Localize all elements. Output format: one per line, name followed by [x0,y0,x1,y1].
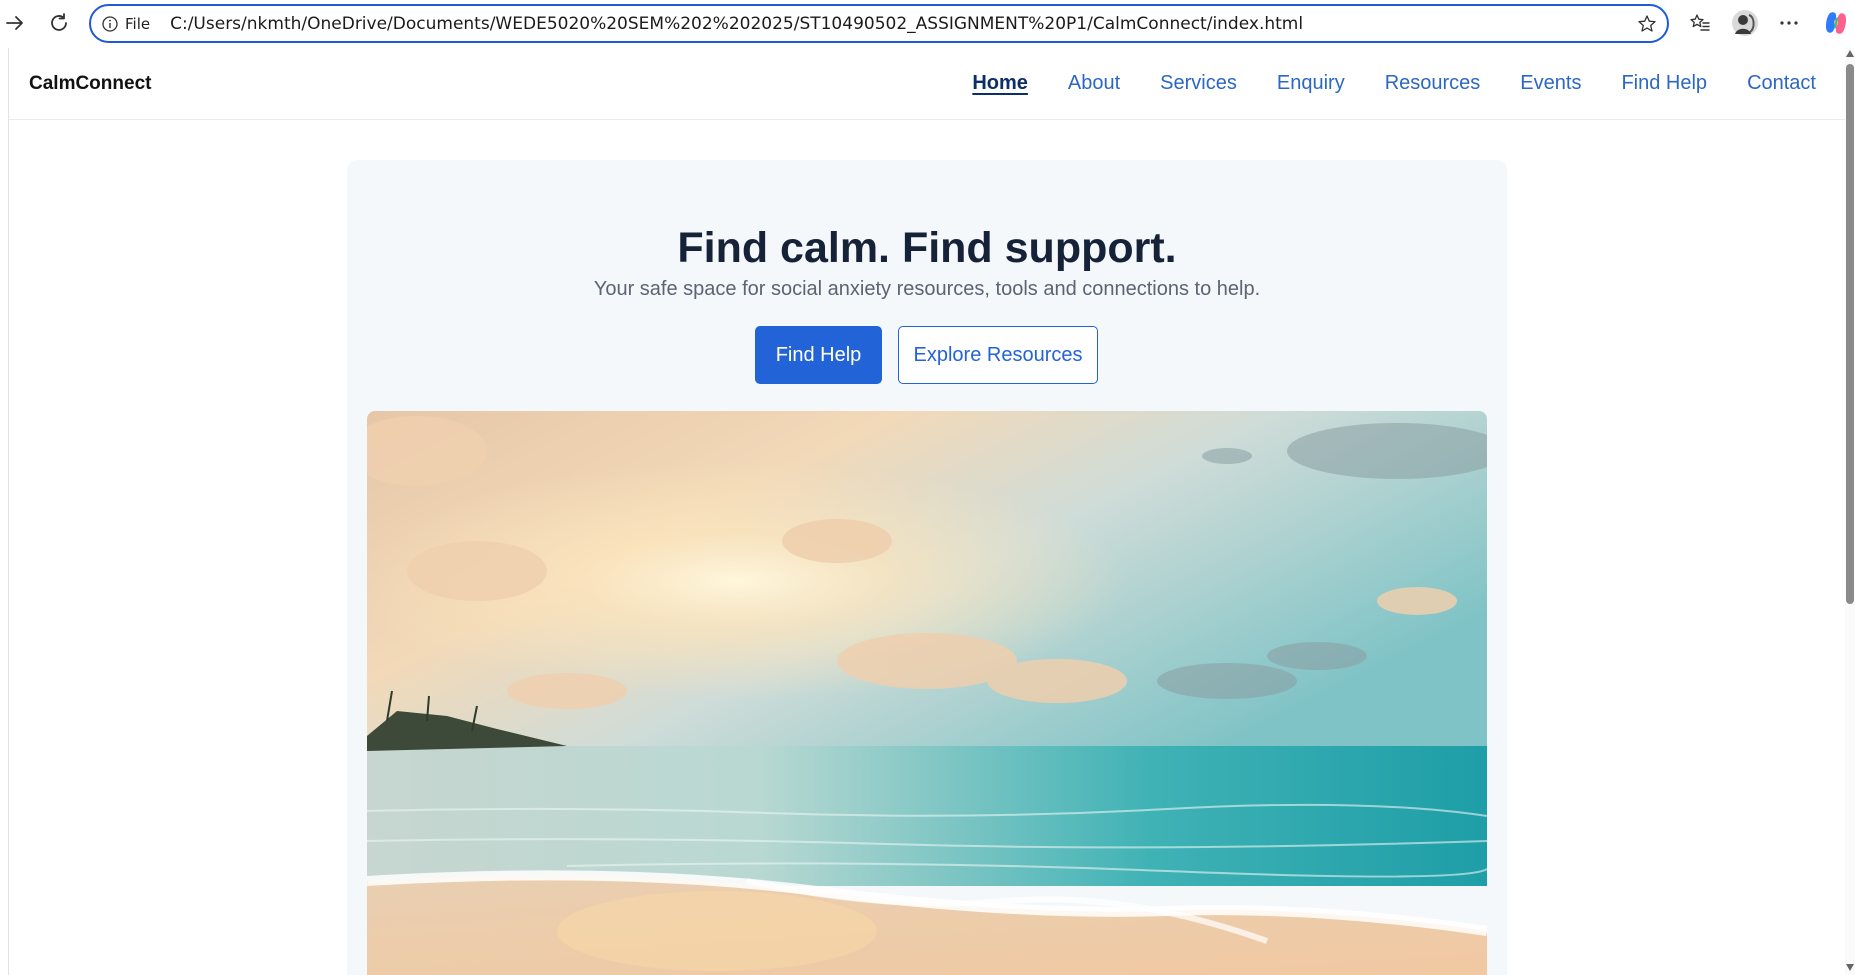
copilot-icon[interactable] [1821,8,1851,38]
hero-section: Find calm. Find support. Your safe space… [347,160,1507,975]
address-bar[interactable]: File C:/Users/nkmth/OneDrive/Documents/W… [89,4,1669,43]
forward-icon[interactable] [0,8,30,38]
favorite-star-icon[interactable] [1637,14,1657,38]
favorites-icon[interactable] [1685,8,1715,38]
nav-services[interactable]: Services [1160,72,1237,95]
main-nav: Home About Services Enquiry Resources Ev… [932,72,1816,95]
nav-contact[interactable]: Contact [1747,72,1816,95]
reload-icon[interactable] [44,8,74,38]
nav-find-help[interactable]: Find Help [1621,72,1707,95]
page-scrollbar[interactable] [1845,48,1855,975]
hero-title: Find calm. Find support. [677,224,1177,272]
site-header: CalmConnect Home About Services Enquiry … [9,48,1845,120]
scheme-label: File [125,14,151,33]
nav-enquiry[interactable]: Enquiry [1277,72,1345,95]
info-icon[interactable] [101,15,119,33]
beach-sunset-image [367,411,1487,975]
scroll-thumb[interactable] [1846,64,1854,604]
profile-avatar-icon[interactable] [1730,8,1760,38]
page-viewport: CalmConnect Home About Services Enquiry … [8,48,1845,975]
hero-subtitle: Your safe space for social anxiety resou… [593,278,1261,300]
find-help-button[interactable]: Find Help [755,326,882,384]
url-text[interactable]: C:/Users/nkmth/OneDrive/Documents/WEDE50… [170,14,1303,34]
scroll-up-icon[interactable] [1846,50,1854,57]
browser-toolbar: File C:/Users/nkmth/OneDrive/Documents/W… [0,0,1855,47]
explore-resources-button[interactable]: Explore Resources [898,326,1098,384]
nav-events[interactable]: Events [1520,72,1581,95]
nav-resources[interactable]: Resources [1385,72,1481,95]
nav-home[interactable]: Home [972,72,1028,95]
scroll-down-icon[interactable] [1846,964,1854,971]
more-options-icon[interactable] [1774,8,1804,38]
site-logo[interactable]: CalmConnect [29,73,151,95]
nav-about[interactable]: About [1068,72,1120,95]
